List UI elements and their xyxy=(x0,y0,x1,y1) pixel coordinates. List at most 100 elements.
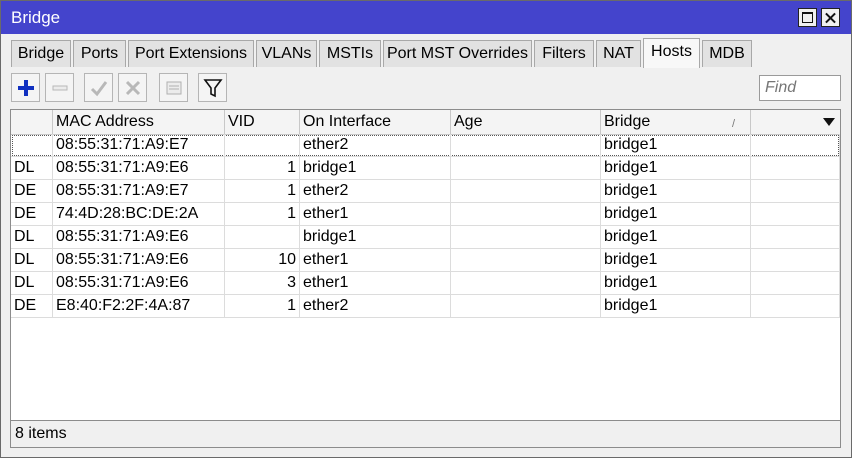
hosts-table: MAC Address VID On Interface Age Bridge … xyxy=(10,109,841,421)
remove-button[interactable] xyxy=(45,73,74,102)
title-bar[interactable]: Bridge xyxy=(1,1,851,34)
cell-age xyxy=(451,157,601,179)
cell-flags: DL xyxy=(11,272,53,294)
tab-nat[interactable]: NAT xyxy=(596,40,641,67)
table-row[interactable]: DE E8:40:F2:2F:4A:87 1 ether2 bridge1 xyxy=(11,295,840,318)
status-bar: 8 items xyxy=(10,421,841,448)
cell-vid: 1 xyxy=(225,203,300,225)
filter-button[interactable] xyxy=(198,73,227,102)
cell-extra xyxy=(751,134,840,156)
tab-port-mst-overrides[interactable]: Port MST Overrides xyxy=(383,40,532,67)
tab-filters[interactable]: Filters xyxy=(534,40,594,67)
cell-vid: 10 xyxy=(225,249,300,271)
cell-vid xyxy=(225,134,300,156)
cell-mac: 08:55:31:71:A9:E7 xyxy=(53,134,225,156)
column-header-mac-address[interactable]: MAC Address xyxy=(53,110,225,134)
toolbar xyxy=(11,73,841,103)
table-row[interactable]: DE 08:55:31:71:A9:E7 1 ether2 bridge1 xyxy=(11,180,840,203)
cell-flags: DL xyxy=(11,249,53,271)
cell-iface: bridge1 xyxy=(300,157,451,179)
tab-hosts[interactable]: Hosts xyxy=(643,38,700,68)
close-button[interactable] xyxy=(821,8,840,27)
column-header-flags[interactable] xyxy=(11,110,53,134)
remove-icon xyxy=(52,85,68,91)
cell-bridge: bridge1 xyxy=(601,249,751,271)
cell-age xyxy=(451,272,601,294)
table-row[interactable]: DL 08:55:31:71:A9:E6 bridge1 bridge1 xyxy=(11,226,840,249)
column-header-extra[interactable] xyxy=(751,110,840,134)
cell-iface: ether2 xyxy=(300,295,451,317)
cell-iface: ether1 xyxy=(300,249,451,271)
cell-vid: 1 xyxy=(225,157,300,179)
column-header-on-interface[interactable]: On Interface xyxy=(300,110,451,134)
table-row[interactable]: 08:55:31:71:A9:E7 ether2 bridge1 xyxy=(11,134,840,157)
cell-mac: 08:55:31:71:A9:E7 xyxy=(53,180,225,202)
sort-indicator: / xyxy=(732,118,736,130)
comment-button[interactable] xyxy=(159,73,188,102)
add-icon xyxy=(18,80,34,96)
column-header-vid[interactable]: VID xyxy=(225,110,300,134)
cell-iface: ether1 xyxy=(300,272,451,294)
enable-icon xyxy=(90,81,108,97)
comment-icon xyxy=(166,81,182,95)
column-header-bridge-label: Bridge xyxy=(604,113,651,130)
cell-age xyxy=(451,249,601,271)
tab-vlans[interactable]: VLANs xyxy=(256,40,317,67)
table-row[interactable]: DL 08:55:31:71:A9:E6 10 ether1 bridge1 xyxy=(11,249,840,272)
cell-iface: bridge1 xyxy=(300,226,451,248)
bridge-window: Bridge Bridge Ports Port Extensions VLAN… xyxy=(0,0,852,458)
find-input[interactable] xyxy=(759,75,841,101)
cell-mac: 08:55:31:71:A9:E6 xyxy=(53,157,225,179)
column-header-bridge[interactable]: Bridge / xyxy=(601,110,751,134)
cell-iface: ether1 xyxy=(300,203,451,225)
table-header: MAC Address VID On Interface Age Bridge … xyxy=(11,110,840,135)
cell-vid: 1 xyxy=(225,295,300,317)
add-button[interactable] xyxy=(11,73,40,102)
cell-iface: ether2 xyxy=(300,180,451,202)
cell-extra xyxy=(751,249,840,271)
cell-mac: 08:55:31:71:A9:E6 xyxy=(53,272,225,294)
cell-extra xyxy=(751,272,840,294)
cell-vid xyxy=(225,226,300,248)
cell-bridge: bridge1 xyxy=(601,295,751,317)
maximize-button[interactable] xyxy=(798,8,817,27)
cell-vid: 3 xyxy=(225,272,300,294)
cell-bridge: bridge1 xyxy=(601,272,751,294)
cell-flags: DL xyxy=(11,226,53,248)
cell-age xyxy=(451,203,601,225)
cell-extra xyxy=(751,295,840,317)
cell-mac: 74:4D:28:BC:DE:2A xyxy=(53,203,225,225)
cell-extra xyxy=(751,157,840,179)
cell-flags: DL xyxy=(11,157,53,179)
cell-flags: DE xyxy=(11,295,53,317)
cell-age xyxy=(451,134,601,156)
cell-age xyxy=(451,180,601,202)
columns-dropdown-icon[interactable] xyxy=(823,118,835,126)
cell-vid: 1 xyxy=(225,180,300,202)
tab-port-extensions[interactable]: Port Extensions xyxy=(128,40,254,67)
disable-icon xyxy=(125,80,141,96)
disable-button[interactable] xyxy=(118,73,147,102)
cell-flags: DE xyxy=(11,203,53,225)
cell-mac: 08:55:31:71:A9:E6 xyxy=(53,226,225,248)
cell-bridge: bridge1 xyxy=(601,226,751,248)
cell-bridge: bridge1 xyxy=(601,157,751,179)
cell-flags: DE xyxy=(11,180,53,202)
cell-extra xyxy=(751,203,840,225)
item-count: 8 items xyxy=(15,425,67,442)
cell-mac: E8:40:F2:2F:4A:87 xyxy=(53,295,225,317)
column-header-age[interactable]: Age xyxy=(451,110,601,134)
table-row[interactable]: DL 08:55:31:71:A9:E6 1 bridge1 bridge1 xyxy=(11,157,840,180)
cell-mac: 08:55:31:71:A9:E6 xyxy=(53,249,225,271)
tab-bridge[interactable]: Bridge xyxy=(11,40,71,67)
tab-ports[interactable]: Ports xyxy=(73,40,126,67)
cell-bridge: bridge1 xyxy=(601,203,751,225)
enable-button[interactable] xyxy=(84,73,113,102)
table-row[interactable]: DL 08:55:31:71:A9:E6 3 ether1 bridge1 xyxy=(11,272,840,295)
cell-flags xyxy=(11,134,53,156)
table-row[interactable]: DE 74:4D:28:BC:DE:2A 1 ether1 bridge1 xyxy=(11,203,840,226)
tab-mstis[interactable]: MSTIs xyxy=(319,40,381,67)
tab-mdb[interactable]: MDB xyxy=(702,40,752,67)
cell-bridge: bridge1 xyxy=(601,180,751,202)
window-title: Bridge xyxy=(11,8,61,27)
